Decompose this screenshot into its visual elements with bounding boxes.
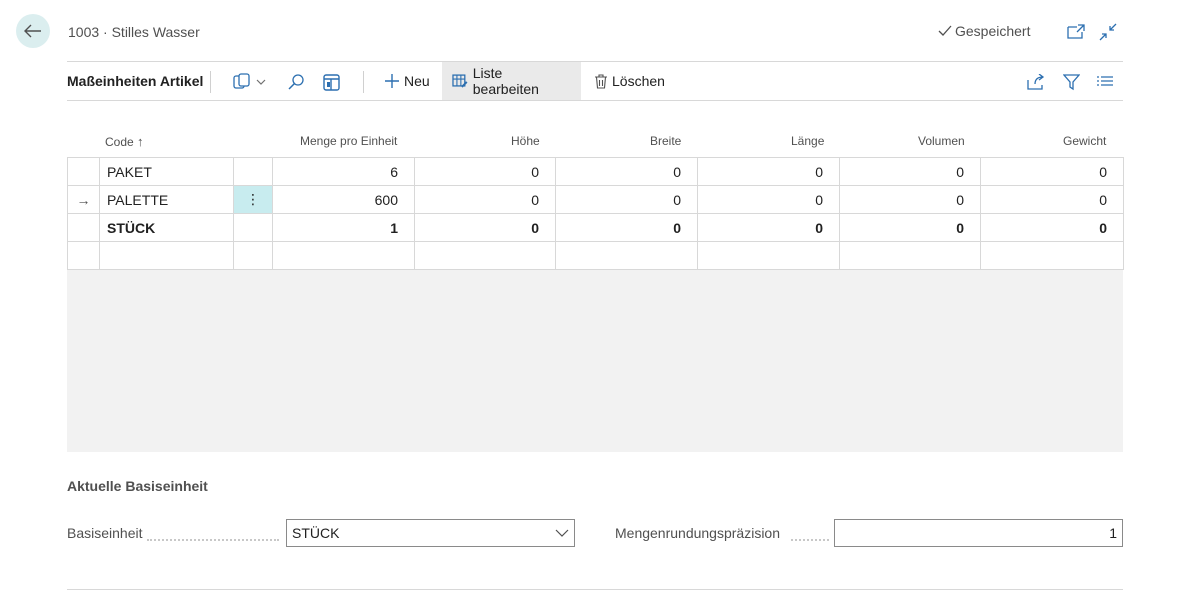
page-title: 1003 · Stilles Wasser xyxy=(68,24,200,40)
cell-width[interactable]: 0 xyxy=(555,213,698,242)
cell-weight[interactable]: 0 xyxy=(980,185,1124,214)
cell-height[interactable]: 0 xyxy=(414,157,556,186)
units-table: PAKET 6 0 0 0 0 0 → PALETTE ⋮ 600 0 0 0 … xyxy=(67,157,1124,270)
delete-label: Löschen xyxy=(612,73,665,89)
base-unit-label: Basiseinheit xyxy=(67,525,143,541)
cell-qty[interactable]: 1 xyxy=(272,213,415,242)
row-indicator xyxy=(67,241,100,270)
row-menu-cell[interactable] xyxy=(233,241,273,270)
rounding-precision-value: 1 xyxy=(1109,525,1117,541)
new-button[interactable]: Neu xyxy=(375,62,440,100)
cell-length[interactable]: 0 xyxy=(697,157,840,186)
new-label: Neu xyxy=(404,73,430,89)
cell-width[interactable]: 0 xyxy=(555,185,698,214)
table-row-empty[interactable] xyxy=(67,241,1124,270)
action-bar: Maßeinheiten Artikel Neu Liste bearbeite… xyxy=(67,62,1123,100)
column-header-width[interactable]: Breite xyxy=(650,134,681,148)
toolbar-separator xyxy=(363,71,364,93)
row-indicator xyxy=(67,213,100,242)
base-unit-select[interactable]: STÜCK xyxy=(286,519,575,547)
checkmark-icon xyxy=(938,25,952,36)
cell-volume[interactable]: 0 xyxy=(839,157,981,186)
part-title: Maßeinheiten Artikel xyxy=(67,73,204,89)
edit-list-icon xyxy=(452,74,468,88)
divider xyxy=(67,100,1123,101)
cell-qty[interactable] xyxy=(272,241,415,270)
column-header-volume[interactable]: Volumen xyxy=(918,134,965,148)
cell-code[interactable]: PALETTE xyxy=(99,185,234,214)
cell-code[interactable]: PAKET xyxy=(99,157,234,186)
dotted-leader xyxy=(791,525,829,541)
share-button[interactable] xyxy=(1027,71,1045,93)
search-button[interactable] xyxy=(287,71,305,93)
open-in-new-window-button[interactable] xyxy=(1066,22,1086,42)
row-arrow-indicator: → xyxy=(67,185,100,214)
cell-volume[interactable] xyxy=(839,241,981,270)
cell-qty[interactable]: 600 xyxy=(272,185,415,214)
column-header-code[interactable]: Code ↑ xyxy=(105,134,144,149)
collapse-button[interactable] xyxy=(1098,22,1118,42)
rounding-precision-input[interactable]: 1 xyxy=(834,519,1123,547)
cell-length[interactable]: 0 xyxy=(697,185,840,214)
divider xyxy=(67,589,1123,590)
cell-volume[interactable]: 0 xyxy=(839,185,981,214)
table-row[interactable]: STÜCK 1 0 0 0 0 0 xyxy=(67,213,1124,242)
cell-weight[interactable]: 0 xyxy=(980,213,1124,242)
column-header-length[interactable]: Länge xyxy=(791,134,824,148)
row-menu-cell[interactable] xyxy=(233,157,273,186)
column-header-qty[interactable]: Menge pro Einheit xyxy=(300,134,397,148)
cell-weight[interactable]: 0 xyxy=(980,157,1124,186)
delete-button[interactable]: Löschen xyxy=(585,62,675,100)
cell-height[interactable]: 0 xyxy=(414,213,556,242)
filter-icon xyxy=(1063,73,1080,90)
chevron-down-icon xyxy=(555,529,569,537)
table-row[interactable]: PAKET 6 0 0 0 0 0 xyxy=(67,157,1124,186)
cell-height[interactable] xyxy=(414,241,556,270)
trash-icon xyxy=(595,73,607,89)
saved-status: Gespeichert xyxy=(938,23,1030,39)
show-details-button[interactable] xyxy=(323,71,340,93)
cell-height[interactable]: 0 xyxy=(414,185,556,214)
cell-length[interactable] xyxy=(697,241,840,270)
cell-weight[interactable] xyxy=(980,241,1124,270)
rounding-precision-label: Mengenrundungspräzision xyxy=(615,525,780,541)
base-unit-value: STÜCK xyxy=(292,525,340,541)
section-title: Aktuelle Basiseinheit xyxy=(67,478,208,494)
row-indicator xyxy=(67,157,100,186)
cell-length[interactable]: 0 xyxy=(697,213,840,242)
views-dropdown-button[interactable] xyxy=(233,71,267,93)
views-icon xyxy=(233,73,266,89)
search-icon xyxy=(288,74,304,90)
cell-code[interactable] xyxy=(99,241,234,270)
filter-button[interactable] xyxy=(1063,71,1080,93)
cell-volume[interactable]: 0 xyxy=(839,213,981,242)
cell-width[interactable]: 0 xyxy=(555,157,698,186)
collapse-icon xyxy=(1099,23,1117,41)
cell-width[interactable] xyxy=(555,241,698,270)
plus-icon xyxy=(385,74,399,88)
cell-qty[interactable]: 6 xyxy=(272,157,415,186)
list-icon xyxy=(1097,76,1113,86)
sort-ascending-icon: ↑ xyxy=(137,134,144,149)
back-button[interactable] xyxy=(16,14,50,48)
toolbar-separator xyxy=(210,71,211,93)
list-view-button[interactable] xyxy=(1097,71,1113,93)
saved-label: Gespeichert xyxy=(955,23,1031,39)
table-row-selected[interactable]: → PALETTE ⋮ 600 0 0 0 0 0 xyxy=(67,185,1124,214)
column-header-height[interactable]: Höhe xyxy=(511,134,540,148)
dotted-leader xyxy=(147,525,279,541)
column-header-code-label: Code xyxy=(105,135,134,149)
share-icon xyxy=(1027,74,1045,90)
open-new-window-icon xyxy=(1067,24,1085,39)
details-pane-icon xyxy=(323,73,340,91)
row-menu-cell[interactable] xyxy=(233,213,273,242)
edit-list-button[interactable]: Liste bearbeiten xyxy=(442,62,581,100)
row-actions-menu-button[interactable]: ⋮ xyxy=(233,185,273,214)
column-header-weight[interactable]: Gewicht xyxy=(1063,134,1106,148)
arrow-left-icon xyxy=(24,24,41,38)
edit-list-label: Liste bearbeiten xyxy=(472,65,539,97)
cell-code[interactable]: STÜCK xyxy=(99,213,234,242)
